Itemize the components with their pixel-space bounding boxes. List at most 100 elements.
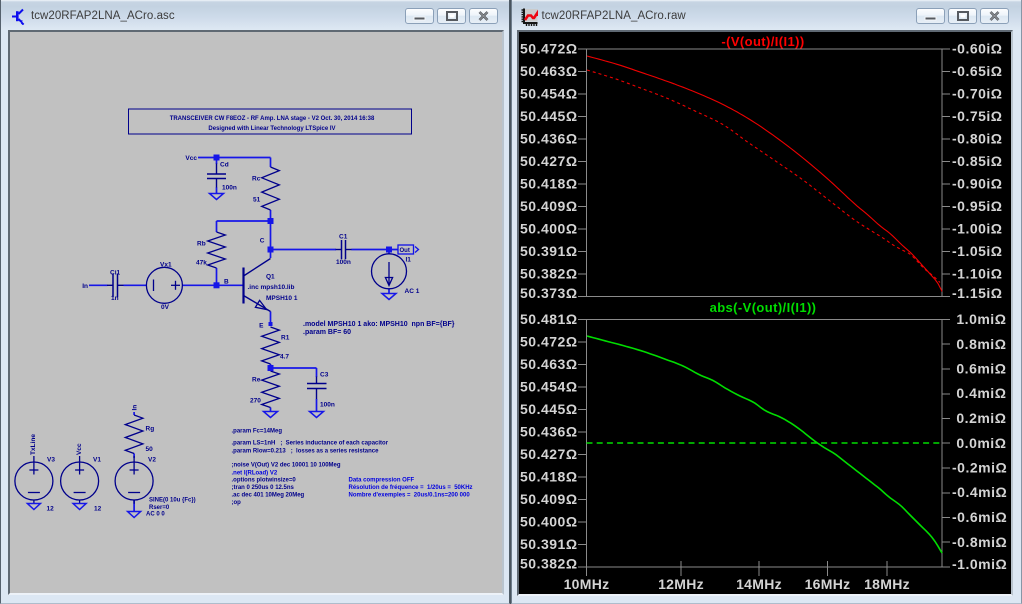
svg-text:50.391Ω: 50.391Ω bbox=[520, 243, 578, 259]
svg-text:50.409Ω: 50.409Ω bbox=[520, 491, 578, 507]
svg-text:0.0miΩ: 0.0miΩ bbox=[952, 435, 1006, 451]
svg-text:0.4miΩ: 0.4miΩ bbox=[952, 385, 1006, 401]
svg-text:Rc: Rc bbox=[252, 176, 261, 183]
svg-text:50.472Ω: 50.472Ω bbox=[520, 334, 578, 350]
svg-text:Data compression OFF: Data compression OFF bbox=[349, 478, 415, 484]
svg-text:-0.60iΩ: -0.60iΩ bbox=[952, 41, 1003, 57]
svg-text:50.400Ω: 50.400Ω bbox=[520, 221, 578, 237]
svg-text:AC 0 0: AC 0 0 bbox=[146, 512, 165, 518]
svg-text:50.418Ω: 50.418Ω bbox=[520, 469, 578, 485]
svg-text:0.2miΩ: 0.2miΩ bbox=[952, 410, 1006, 426]
svg-text:Ci1: Ci1 bbox=[110, 270, 121, 277]
svg-text:100n: 100n bbox=[336, 259, 351, 266]
svg-text:-1.05iΩ: -1.05iΩ bbox=[952, 243, 1003, 259]
svg-text:B: B bbox=[224, 279, 229, 286]
svg-text:-0.2miΩ: -0.2miΩ bbox=[952, 460, 1007, 476]
svg-text:50.454Ω: 50.454Ω bbox=[520, 86, 578, 102]
svg-text:Out: Out bbox=[400, 248, 410, 254]
svg-text:50.445Ω: 50.445Ω bbox=[520, 401, 578, 417]
svg-text:I1: I1 bbox=[406, 257, 412, 264]
svg-text:50.373Ω: 50.373Ω bbox=[520, 285, 578, 301]
svg-text:47k: 47k bbox=[196, 260, 207, 267]
svg-text:Vcc: Vcc bbox=[76, 443, 83, 455]
svg-text:-1.00iΩ: -1.00iΩ bbox=[952, 221, 1003, 237]
svg-text:Rg: Rg bbox=[146, 426, 155, 433]
svg-text:50.463Ω: 50.463Ω bbox=[520, 356, 578, 372]
svg-text:.inc mpsh10.lib: .inc mpsh10.lib bbox=[248, 284, 295, 291]
svg-text:-(V(out)/I(I1)): -(V(out)/I(I1)) bbox=[721, 34, 804, 49]
svg-text:TxLine: TxLine bbox=[30, 434, 37, 455]
svg-text:50.382Ω: 50.382Ω bbox=[520, 556, 578, 572]
svg-text:AC 1: AC 1 bbox=[405, 288, 420, 295]
svg-text:Vx1: Vx1 bbox=[160, 262, 172, 269]
svg-text:270: 270 bbox=[250, 398, 261, 405]
svg-text:0.6miΩ: 0.6miΩ bbox=[952, 361, 1006, 377]
svg-text:51: 51 bbox=[253, 197, 261, 204]
svg-text:-0.70iΩ: -0.70iΩ bbox=[952, 86, 1003, 102]
svg-text:50.445Ω: 50.445Ω bbox=[520, 108, 578, 124]
svg-text:-1.0miΩ: -1.0miΩ bbox=[952, 556, 1007, 572]
svg-text:50.436Ω: 50.436Ω bbox=[520, 424, 578, 440]
svg-text:V3: V3 bbox=[47, 457, 55, 464]
svg-text:-0.95iΩ: -0.95iΩ bbox=[952, 198, 1003, 214]
svg-text:In: In bbox=[82, 283, 88, 290]
svg-text:-0.85iΩ: -0.85iΩ bbox=[952, 153, 1003, 169]
svg-text:Rser=0: Rser=0 bbox=[149, 505, 170, 511]
svg-text:.param LS=1nH ; Series indu: .param LS=1nH ; Series inductance of eac… bbox=[232, 441, 389, 447]
svg-text:-0.65iΩ: -0.65iΩ bbox=[952, 63, 1003, 79]
svg-text:12MHz: 12MHz bbox=[658, 576, 704, 592]
svg-text:.ac dec 401 10Meg 20Meg: .ac dec 401 10Meg 20Meg bbox=[232, 493, 305, 499]
svg-text:1n: 1n bbox=[111, 295, 119, 302]
svg-text:50.427Ω: 50.427Ω bbox=[520, 446, 578, 462]
svg-text:-1.10iΩ: -1.10iΩ bbox=[952, 266, 1003, 282]
svg-text:4.7: 4.7 bbox=[280, 354, 289, 361]
svg-text:Re: Re bbox=[252, 377, 261, 384]
svg-text:Rb: Rb bbox=[197, 241, 206, 248]
svg-text:V2: V2 bbox=[148, 457, 156, 464]
svg-text:0V: 0V bbox=[161, 304, 170, 311]
svg-text:50: 50 bbox=[146, 446, 154, 453]
svg-text:50.454Ω: 50.454Ω bbox=[520, 379, 578, 395]
svg-text:.param Rlow=0.213 ; losses: .param Rlow=0.213 ; losses as a series r… bbox=[232, 449, 380, 455]
svg-text:-0.90iΩ: -0.90iΩ bbox=[952, 176, 1003, 192]
svg-text:50.427Ω: 50.427Ω bbox=[520, 153, 578, 169]
svg-text:50.436Ω: 50.436Ω bbox=[520, 131, 578, 147]
svg-text:14MHz: 14MHz bbox=[736, 576, 782, 592]
svg-text:TRANSCEIVER CW F8EOZ - RF Amp.: TRANSCEIVER CW F8EOZ - RF Amp. LNA stage… bbox=[170, 116, 375, 122]
svg-text:;tran 0 250us 0 12.5ns: ;tran 0 250us 0 12.5ns bbox=[232, 485, 295, 491]
svg-text:50.382Ω: 50.382Ω bbox=[520, 266, 578, 282]
svg-text:Q1: Q1 bbox=[266, 274, 275, 281]
svg-text:In: In bbox=[132, 405, 139, 411]
svg-text:Designed with Linear Technolog: Designed with Linear Technology LTSpice … bbox=[208, 126, 335, 132]
svg-text:.net I(RLoad) V2: .net I(RLoad) V2 bbox=[232, 471, 278, 477]
svg-text:;noise V(Out) V2 dec 10001 10: ;noise V(Out) V2 dec 10001 10 100Meg bbox=[232, 463, 341, 469]
svg-text:.options plotwinsize=0: .options plotwinsize=0 bbox=[232, 478, 297, 484]
svg-text:C1: C1 bbox=[339, 234, 348, 241]
svg-text:abs(-V(out)/I(I1)): abs(-V(out)/I(I1)) bbox=[710, 300, 817, 315]
svg-text:MPSH10 1: MPSH10 1 bbox=[266, 295, 298, 302]
svg-text:C3: C3 bbox=[320, 372, 329, 379]
svg-text:C: C bbox=[260, 238, 265, 245]
svg-text:1.0miΩ: 1.0miΩ bbox=[952, 311, 1006, 327]
svg-text:-0.80iΩ: -0.80iΩ bbox=[952, 131, 1003, 147]
svg-text:Cd: Cd bbox=[220, 162, 229, 169]
svg-text:Résolution de fréquence = 1/2: Résolution de fréquence = 1/20us = 50KHz bbox=[349, 485, 473, 491]
svg-text:50.481Ω: 50.481Ω bbox=[520, 311, 578, 327]
svg-text:Vcc: Vcc bbox=[185, 155, 197, 162]
svg-text:.param Fc=14Meg: .param Fc=14Meg bbox=[232, 429, 283, 435]
svg-text:-0.8miΩ: -0.8miΩ bbox=[952, 534, 1007, 550]
svg-text:10MHz: 10MHz bbox=[564, 576, 610, 592]
svg-text:50.391Ω: 50.391Ω bbox=[520, 536, 578, 552]
svg-text:100n: 100n bbox=[320, 402, 335, 409]
svg-text:-0.4miΩ: -0.4miΩ bbox=[952, 484, 1007, 500]
svg-text:50.409Ω: 50.409Ω bbox=[520, 198, 578, 214]
svg-text:-1.15iΩ: -1.15iΩ bbox=[952, 285, 1003, 301]
svg-text:.param BF= 60: .param BF= 60 bbox=[303, 329, 351, 336]
svg-text:-0.6miΩ: -0.6miΩ bbox=[952, 509, 1007, 525]
svg-text:50.472Ω: 50.472Ω bbox=[520, 41, 578, 57]
svg-text:.model MPSH10 1 ako: MPSH10 n: .model MPSH10 1 ako: MPSH10 npn BF={BF} bbox=[303, 321, 455, 328]
svg-text:Nombre d'exemples = 20us/0.1n: Nombre d'exemples = 20us/0.1ns=200 000 bbox=[349, 493, 471, 499]
svg-text:0.8miΩ: 0.8miΩ bbox=[952, 336, 1006, 352]
svg-text:-0.75iΩ: -0.75iΩ bbox=[952, 108, 1003, 124]
svg-text:R1: R1 bbox=[281, 335, 290, 342]
